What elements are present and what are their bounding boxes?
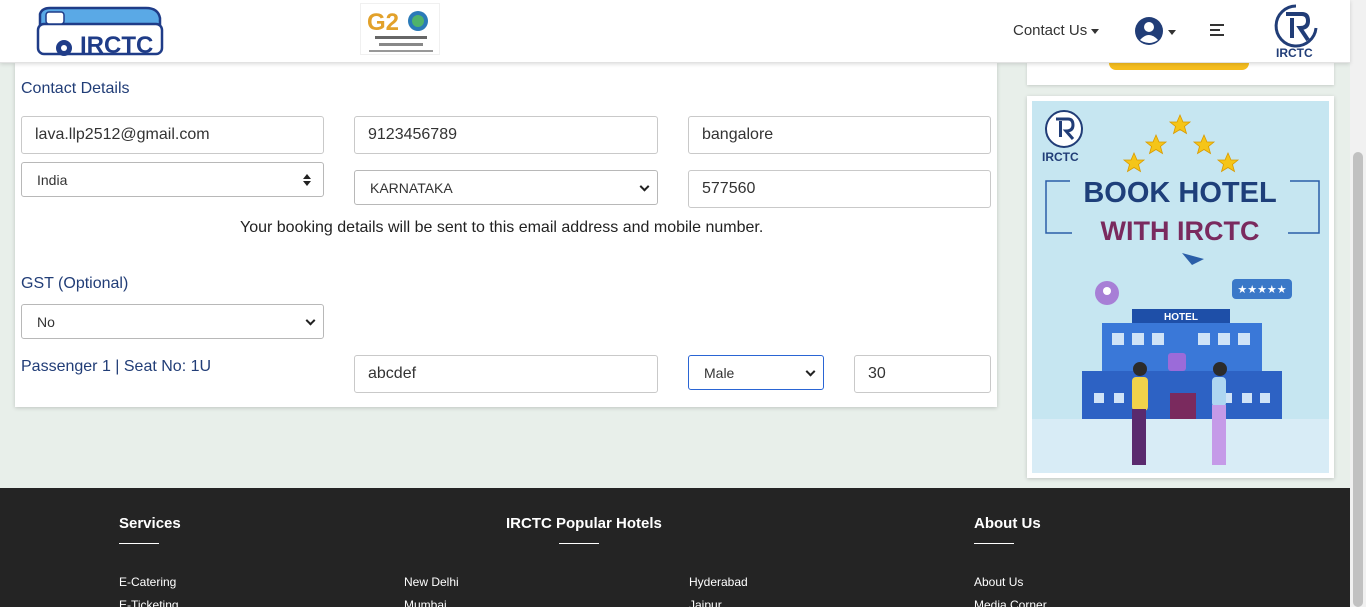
scrollbar-thumb[interactable] <box>1353 152 1363 607</box>
mobile-field[interactable]: 9123456789 <box>354 116 658 154</box>
ad-headline-2: WITH IRCTC <box>1101 216 1260 246</box>
footer-divider <box>559 543 599 544</box>
gst-heading: GST (Optional) <box>21 275 129 292</box>
site-footer: Services IRCTC Popular Hotels About Us E… <box>0 488 1350 607</box>
book-hotel-ad-banner[interactable]: IRCTC BOOK HOTEL WITH IRCTC ★★★★★ HOTEL <box>1027 96 1334 478</box>
contact-us-label: Contact Us <box>1013 22 1088 39</box>
gender-select[interactable]: Male <box>688 355 824 390</box>
footer-divider <box>974 543 1014 544</box>
booking-details-note: Your booking details will be sent to thi… <box>240 219 764 236</box>
side-widget-top <box>1027 63 1334 85</box>
state-select-value: KARNATAKA <box>370 179 453 196</box>
age-field[interactable]: 30 <box>854 355 991 393</box>
state-select[interactable]: KARNATAKA <box>354 170 658 205</box>
user-avatar-icon <box>1135 17 1163 45</box>
contact-details-heading: Contact Details <box>21 80 130 97</box>
footer-services-heading: Services <box>119 515 181 532</box>
footer-link-mumbai[interactable]: Mumbai <box>404 598 447 607</box>
yellow-action-button[interactable] <box>1109 63 1249 70</box>
chevron-down-icon <box>1091 28 1100 34</box>
email-field[interactable]: lava.llp2512@gmail.com <box>21 116 324 154</box>
city-field[interactable]: bangalore <box>688 116 991 154</box>
footer-about-heading: About Us <box>974 515 1041 532</box>
country-select-value: India <box>37 171 68 188</box>
footer-link-new-delhi[interactable]: New Delhi <box>404 575 459 589</box>
footer-divider <box>119 543 159 544</box>
booking-form-card: Contact Details lava.llp2512@gmail.com 9… <box>15 63 997 407</box>
svg-text:G2: G2 <box>367 9 399 36</box>
sort-updown-icon <box>303 173 311 186</box>
footer-link-e-catering[interactable]: E-Catering <box>119 575 176 589</box>
contact-us-dropdown[interactable]: Contact Us <box>1013 22 1100 39</box>
pincode-field[interactable]: 577560 <box>688 170 991 208</box>
g20-logo: G2 <box>360 3 440 55</box>
chevron-down-icon <box>805 366 816 377</box>
country-select[interactable]: India <box>21 162 324 197</box>
gst-select-value: No <box>37 313 55 330</box>
footer-link-jaipur[interactable]: Jaipur <box>689 598 722 607</box>
hamburger-menu-icon[interactable] <box>1210 24 1226 38</box>
footer-link-about-us[interactable]: About Us <box>974 575 1023 589</box>
footer-hotels-heading: IRCTC Popular Hotels <box>506 515 662 532</box>
chevron-down-icon <box>639 181 650 192</box>
footer-link-hyderabad[interactable]: Hyderabad <box>689 575 748 589</box>
gender-select-value: Male <box>704 364 735 381</box>
irctc-emblem-logo: IRCTC <box>1272 4 1320 60</box>
irctc-bus-logo[interactable]: IRCTC <box>34 4 164 60</box>
top-navbar: IRCTC G2 Contact Us IRCTC <box>0 0 1350 63</box>
passenger-name-field[interactable]: abcdef <box>354 355 658 393</box>
gst-select[interactable]: No <box>21 304 324 339</box>
user-account-menu[interactable] <box>1134 16 1180 48</box>
footer-link-e-ticketing[interactable]: E-Ticketing <box>119 598 179 607</box>
hotel-sign-text: HOTEL <box>1164 312 1198 323</box>
ad-logo-text: IRCTC <box>1042 150 1079 164</box>
svg-text:IRCTC: IRCTC <box>80 32 153 59</box>
page-scrollbar[interactable] <box>1350 0 1366 607</box>
book-hotel-illustration: IRCTC BOOK HOTEL WITH IRCTC ★★★★★ HOTEL <box>1032 101 1329 473</box>
footer-link-media-corner[interactable]: Media Corner <box>974 598 1047 607</box>
passenger-label: Passenger 1 | Seat No: 1U <box>21 358 212 375</box>
chevron-down-icon <box>1168 30 1176 35</box>
ad-headline-1: BOOK HOTEL <box>1083 177 1276 209</box>
svg-text:★★★★★: ★★★★★ <box>1237 284 1286 296</box>
chevron-down-icon <box>305 315 316 326</box>
svg-text:IRCTC: IRCTC <box>1276 46 1313 60</box>
